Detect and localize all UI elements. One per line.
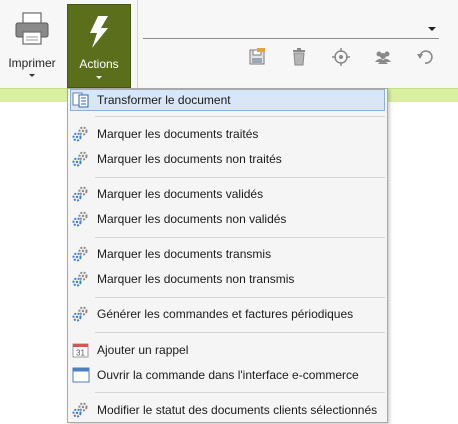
actions-menu: Transformer le document Marquer les docu… [67, 88, 388, 423]
gears-icon [72, 186, 88, 202]
undo-icon[interactable] [415, 47, 435, 67]
menu-separator [95, 177, 385, 178]
ribbon-combobox[interactable] [143, 22, 439, 39]
printer-icon [15, 12, 49, 45]
menu-item-marquer-traites[interactable]: Marquer les documents traités [70, 123, 385, 145]
menu-item-label: Marquer les documents transmis [97, 247, 272, 261]
chevron-down-icon[interactable] [428, 27, 436, 31]
menu-item-marquer-non-valides[interactable]: Marquer les documents non validés [70, 208, 385, 230]
menu-item-modifier-statut[interactable]: Modifier le statut des documents clients… [70, 399, 385, 421]
menu-item-label: Marquer les documents non traités [97, 152, 282, 166]
menu-item-marquer-transmis[interactable]: Marquer les documents transmis [70, 243, 385, 265]
menu-item-label: Marquer les documents non transmis [97, 272, 295, 286]
menu-item-ouvrir-ecommerce[interactable]: Ouvrir la commande dans l'interface e-co… [70, 364, 385, 386]
print-button[interactable]: Imprimer [0, 0, 64, 88]
window-icon [72, 367, 90, 383]
menu-item-label: Modifier le statut des documents clients… [97, 403, 378, 417]
gears-icon [72, 306, 88, 322]
menu-separator [95, 332, 385, 333]
menu-item-marquer-valides[interactable]: Marquer les documents validés [70, 183, 385, 205]
menu-item-label: Marquer les documents non validés [97, 212, 287, 226]
menu-item-marquer-non-traites[interactable]: Marquer les documents non traités [70, 148, 385, 170]
menu-separator [95, 392, 385, 393]
calendar-icon: 31 [72, 343, 89, 358]
print-label: Imprimer [8, 56, 56, 70]
ribbon-separator [137, 0, 138, 88]
actions-button[interactable]: Actions [67, 4, 131, 88]
print-dropdown-arrow-icon [29, 74, 35, 77]
save-icon[interactable] [247, 47, 267, 67]
gears-icon [72, 246, 88, 262]
gears-icon [72, 211, 88, 227]
menu-item-transformer-le-document[interactable]: Transformer le document [70, 89, 385, 111]
menu-item-ajouter-rappel[interactable]: 31 Ajouter un rappel [70, 339, 385, 361]
ribbon: Imprimer Actions [0, 0, 458, 88]
menu-item-label: Marquer les documents traités [97, 127, 259, 141]
gears-icon [72, 271, 88, 287]
gears-icon [72, 126, 88, 142]
menu-separator [95, 237, 385, 238]
menu-separator [95, 116, 385, 117]
calendar-icon-text: 31 [76, 349, 85, 358]
lightning-bolt-icon [90, 16, 108, 48]
menu-item-label: Ouvrir la commande dans l'interface e-co… [97, 368, 359, 382]
users-icon[interactable] [373, 47, 393, 67]
gears-icon [72, 402, 88, 418]
menu-item-label: Transformer le document [97, 93, 231, 107]
actions-dropdown-arrow-icon [96, 76, 102, 79]
menu-item-generer-commandes-factures[interactable]: Générer les commandes et factures périod… [70, 303, 385, 325]
menu-item-label: Marquer les documents validés [97, 187, 264, 201]
transform-document-icon [72, 92, 89, 108]
menu-item-marquer-non-transmis[interactable]: Marquer les documents non transmis [70, 268, 385, 290]
menu-separator [95, 297, 385, 298]
trash-icon[interactable] [289, 47, 309, 67]
menu-item-label: Ajouter un rappel [97, 343, 189, 357]
menu-item-label: Générer les commandes et factures périod… [97, 307, 354, 321]
gears-icon [72, 151, 88, 167]
target-icon[interactable] [331, 47, 351, 67]
actions-label: Actions [79, 57, 119, 71]
